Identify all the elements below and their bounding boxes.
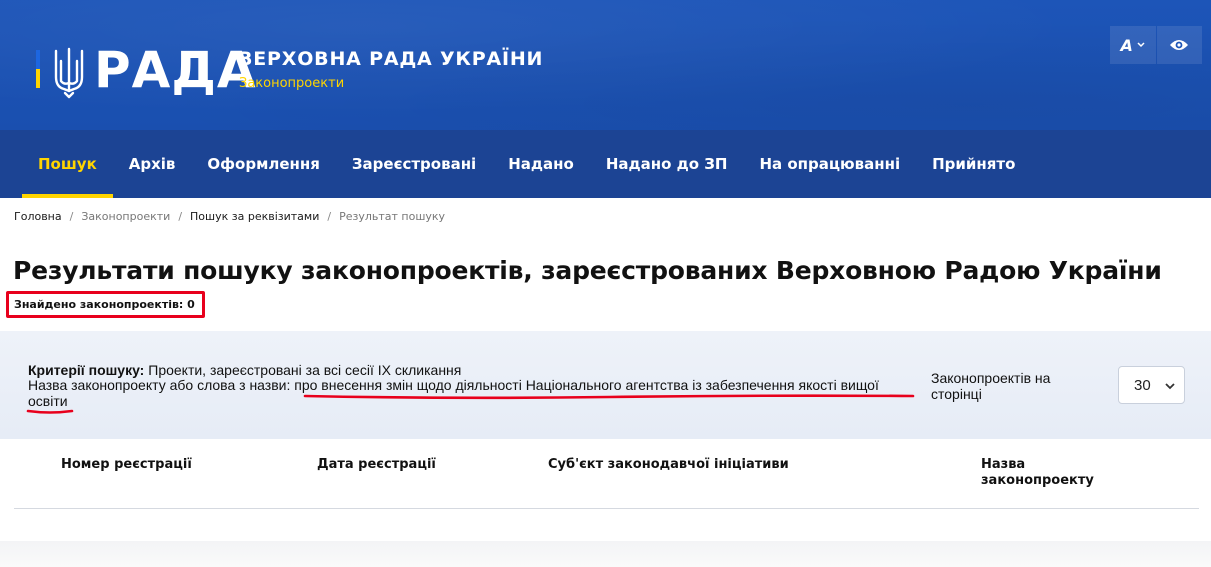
logo-wordmark[interactable]: РАДА: [94, 40, 257, 100]
nav-item-archive[interactable]: Архів: [113, 130, 192, 198]
per-page-select[interactable]: 30: [1118, 366, 1185, 404]
criteria-value: Проекти, зареєстровані за всі сесії IX с…: [148, 362, 462, 378]
breadcrumb: Головна / Законопроекти / Пошук за рекві…: [14, 210, 445, 223]
nav-item-submitted[interactable]: Надано: [492, 130, 590, 198]
page-title: Результати пошуку законопроектів, зареєс…: [13, 256, 1162, 285]
nav-item-registered[interactable]: Зареєстровані: [336, 130, 492, 198]
breadcrumb-separator: /: [327, 210, 332, 223]
annotation-underline: [303, 394, 915, 400]
font-size-button[interactable]: A: [1110, 26, 1156, 64]
chevron-down-icon: [1137, 42, 1145, 48]
column-header-reg-date[interactable]: Дата реєстрації: [317, 457, 436, 473]
site-header: РАДА ВЕРХОВНА РАДА УКРАЇНИ Законопроекти…: [0, 0, 1211, 130]
org-subtitle[interactable]: Законопроекти: [239, 76, 344, 91]
annotation-underline: [26, 409, 74, 414]
main-nav: Пошук Архів Оформлення Зареєстровані Над…: [0, 130, 1211, 198]
breadcrumb-separator: /: [69, 210, 74, 223]
column-header-bill-name[interactable]: Назва законопроекту: [981, 457, 1101, 489]
criteria-label: Критерії пошуку:: [28, 362, 145, 378]
breadcrumb-search[interactable]: Пошук за реквізитами: [190, 210, 319, 223]
results-table-header: Номер реєстрації Дата реєстрації Суб'єкт…: [14, 439, 1199, 509]
visually-impaired-button[interactable]: [1156, 26, 1202, 64]
chevron-down-icon: [1165, 383, 1175, 390]
criteria-name-label: Назва законопроекту або слова з назви:: [28, 377, 291, 393]
font-size-label: A: [1120, 35, 1133, 55]
column-header-reg-number[interactable]: Номер реєстрації: [61, 457, 192, 473]
eye-icon: [1170, 40, 1189, 50]
per-page-label: Законопроектів на сторінці: [931, 370, 1051, 402]
column-header-initiator[interactable]: Суб'єкт законодавчої ініціативи: [548, 457, 789, 473]
nav-item-adopted[interactable]: Прийнято: [916, 130, 1031, 198]
breadcrumb-bills[interactable]: Законопроекти: [81, 210, 170, 223]
breadcrumb-separator: /: [178, 210, 183, 223]
trident-icon: [54, 47, 84, 99]
nav-item-registration[interactable]: Оформлення: [191, 130, 335, 198]
accessibility-tools: A: [1110, 26, 1202, 64]
breadcrumb-current: Результат пошуку: [339, 210, 446, 223]
per-page-value: 30: [1134, 376, 1151, 394]
nav-item-search[interactable]: Пошук: [22, 130, 113, 198]
flag-icon: [36, 50, 40, 88]
criteria-line: Критерії пошуку: Проекти, зареєстровані …: [28, 362, 461, 378]
page-footer-shadow: [0, 541, 1211, 567]
nav-item-in-processing[interactable]: На опрацюванні: [743, 130, 916, 198]
nav-item-submitted-to-zp[interactable]: Надано до ЗП: [590, 130, 744, 198]
breadcrumb-home[interactable]: Головна: [14, 210, 62, 223]
results-count: Знайдено законопроектів: 0: [14, 298, 195, 311]
org-title[interactable]: ВЕРХОВНА РАДА УКРАЇНИ: [238, 48, 543, 70]
